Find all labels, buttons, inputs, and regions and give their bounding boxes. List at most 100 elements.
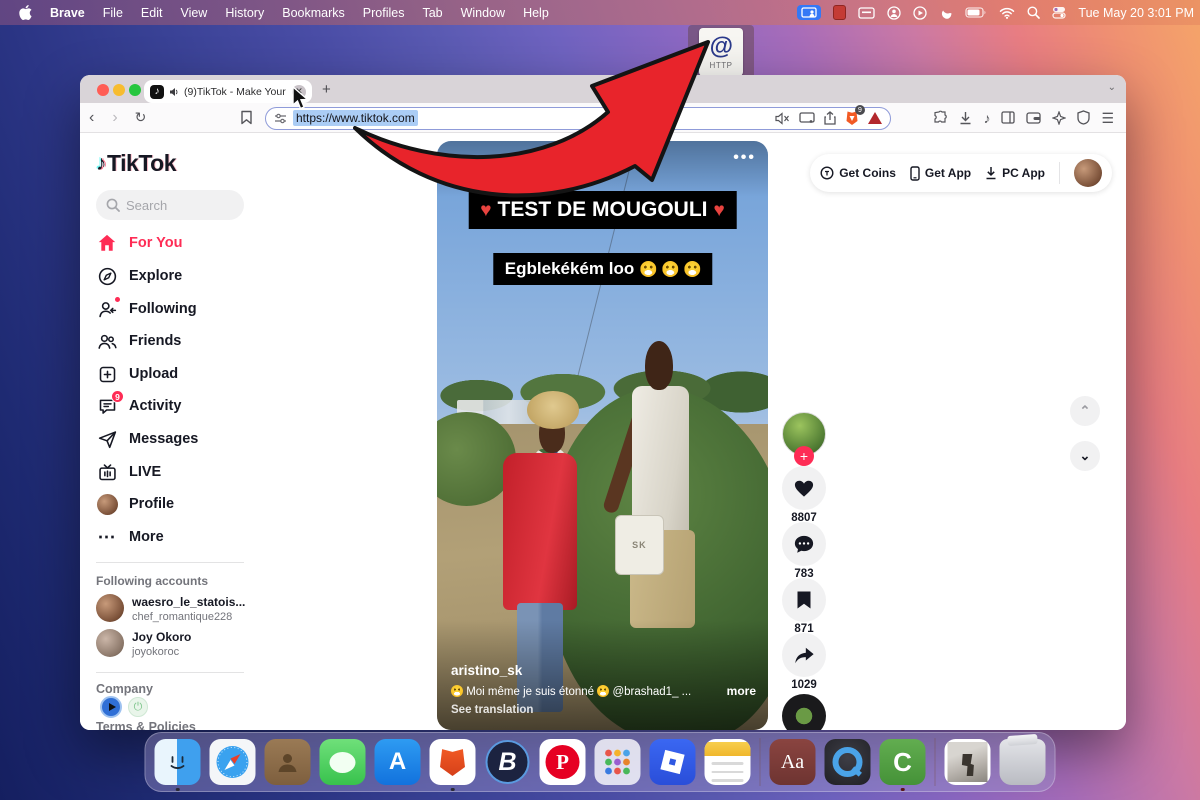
vpn-shield-icon[interactable] [1077,110,1090,125]
battery-icon[interactable] [965,7,987,18]
sidebar-item-profile[interactable]: Profile [96,489,256,519]
brave-shields-icon[interactable]: 9 [845,110,859,126]
followed-account[interactable]: Joy Okoro joyokoroc [96,629,266,659]
tab-close-button[interactable]: ✕ [292,85,306,99]
bookmark-icon[interactable] [240,110,253,125]
menu-item-profiles[interactable]: Profiles [354,6,414,20]
extensions-icon[interactable] [933,110,948,125]
sidebar-item-live[interactable]: LIVE [96,457,256,487]
menu-bar-clock[interactable]: Tue May 20 3:01 PM [1078,6,1194,20]
launchpad-dock-icon[interactable] [595,739,641,785]
comment-button[interactable] [782,522,826,566]
quicktime-dock-icon[interactable] [825,739,871,785]
next-video-button[interactable]: ⌄ [1070,441,1100,471]
minimize-window-button[interactable] [113,84,125,96]
sidebar-item-upload[interactable]: Upload [96,359,256,389]
spotlight-search-icon[interactable] [1027,6,1040,19]
leo-ai-icon[interactable] [1052,111,1066,125]
reload-button[interactable]: ↻ [127,109,155,126]
menu-item-bookmarks[interactable]: Bookmarks [273,6,354,20]
now-playing-icon[interactable] [913,6,927,20]
browser-tab[interactable]: ♪ (9)TikTok - Make Your Day ✕ [144,80,312,103]
terms-policies-link[interactable]: Terms & Policies [96,720,196,730]
floating-power-icon[interactable]: ⏻ [128,697,148,717]
video-caption[interactable]: Moi même je suis étonné @brashad1_ ... [451,685,701,698]
sidebar-toggle-icon[interactable] [1001,111,1015,124]
follow-plus-button[interactable]: + [794,446,814,466]
keyboard-widget-icon[interactable] [858,7,875,19]
main-menu-icon[interactable]: ☰ [1101,111,1114,125]
get-coins-button[interactable]: Get Coins [820,166,896,180]
desktop-http-webloc-icon[interactable]: @ HTTP [699,28,743,76]
downloads-icon[interactable] [959,111,972,125]
menu-item-edit[interactable]: Edit [132,6,172,20]
see-translation-button[interactable]: See translation [451,704,533,716]
sidebar-item-friends[interactable]: Friends [96,326,256,356]
user-account-icon[interactable] [887,6,901,20]
sidebar-item-messages[interactable]: Messages [96,424,256,454]
wifi-icon[interactable] [999,7,1015,19]
menu-item-tab[interactable]: Tab [413,6,451,20]
tab-audio-icon[interactable] [169,87,179,97]
new-tab-button[interactable]: + [322,81,331,98]
pinterest-dock-icon[interactable]: P [540,739,586,785]
address-bar[interactable]: https://www.tiktok.com 9 [265,107,891,130]
zoom-window-button[interactable] [129,84,141,96]
search-input[interactable] [126,198,226,213]
notes-dock-icon[interactable] [705,739,751,785]
menu-item-help[interactable]: Help [514,6,558,20]
followed-account[interactable]: waesro_le_statois... chef_romantique228 [96,594,266,624]
tiktok-logo[interactable]: ♪ TikTok [96,150,176,177]
menu-item-file[interactable]: File [94,6,132,20]
media-playlist-icon[interactable]: ♪ [983,111,990,125]
wallet-icon[interactable] [1026,112,1041,124]
brave-rewards-icon[interactable] [868,112,882,124]
user-avatar[interactable] [1074,159,1102,187]
company-link[interactable]: Company [96,682,153,696]
back-button[interactable]: ‹ [80,110,103,126]
messages-dock-icon[interactable] [320,739,366,785]
finder-dock-icon[interactable] [155,739,201,785]
sidebar-item-activity[interactable]: 9 Activity [96,391,256,421]
floating-play-icon[interactable] [100,696,122,718]
sidebar-item-explore[interactable]: Explore [96,261,256,291]
sound-record-disc[interactable] [782,694,826,730]
app-store-dock-icon[interactable]: A [375,739,421,785]
sidebar-item-for-you[interactable]: For You [96,228,256,258]
brave-dock-icon[interactable] [430,739,476,785]
share-page-icon[interactable] [824,111,836,125]
contacts-dock-icon[interactable] [265,739,311,785]
safari-dock-icon[interactable] [210,739,256,785]
control-center-icon[interactable] [1052,6,1066,19]
menu-extra-red-icon[interactable] [833,5,846,20]
forward-button[interactable]: › [103,110,126,126]
video-player[interactable]: SK ••• TEST DE MOUGOULI Egblekékém loo a… [437,141,768,730]
caption-more-button[interactable]: more [727,684,756,698]
get-app-button[interactable]: Get App [910,166,971,181]
menu-item-brave[interactable]: Brave [41,6,94,20]
trash-dock-icon[interactable] [1000,739,1046,785]
video-username[interactable]: aristino_sk [451,663,522,678]
menu-item-view[interactable]: View [171,6,216,20]
menu-item-window[interactable]: Window [452,6,514,20]
mute-tab-icon[interactable] [775,112,790,125]
tab-search-chevron-icon[interactable]: ⌄ [1108,82,1116,93]
screen-mirroring-icon[interactable] [797,5,821,20]
close-window-button[interactable] [97,84,109,96]
cast-screen-icon[interactable] [799,112,815,124]
video-more-options-icon[interactable]: ••• [733,149,756,167]
screenshot-thumbnail[interactable] [945,739,991,785]
bookmark-button[interactable] [782,578,826,622]
roblox-dock-icon[interactable] [650,739,696,785]
search-box[interactable] [96,190,244,220]
share-button[interactable] [782,633,826,677]
like-button[interactable] [782,466,826,510]
camtasia-dock-icon[interactable]: C [880,739,926,785]
previous-video-button[interactable]: ⌃ [1070,396,1100,426]
dictionary-dock-icon[interactable]: Aa [770,739,816,785]
sidebar-item-more[interactable]: ⋯ More [96,522,256,552]
site-settings-icon[interactable] [274,113,287,124]
url-text-selected[interactable]: https://www.tiktok.com [293,110,418,126]
b-browser-dock-icon[interactable]: B [485,739,531,785]
menu-item-history[interactable]: History [216,6,273,20]
